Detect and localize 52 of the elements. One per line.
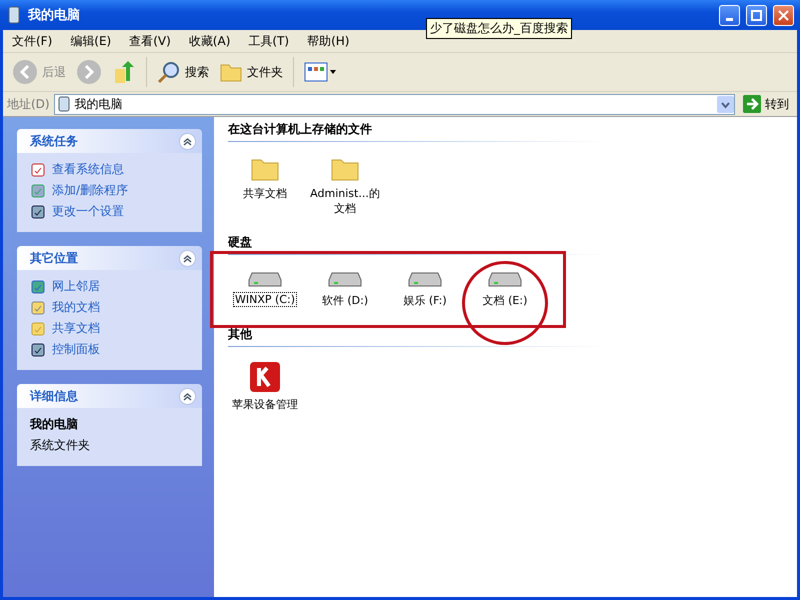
item-label[interactable]: 苹果设备管理 <box>231 397 299 412</box>
item-label[interactable]: 娱乐 (F:) <box>402 293 448 308</box>
window-title: 我的电脑 <box>28 6 81 24</box>
details-description: 系统文件夹 <box>30 437 91 454</box>
maximize-icon <box>751 10 762 20</box>
go-button[interactable]: 转到 <box>739 95 793 113</box>
minimize-button[interactable] <box>719 4 740 26</box>
item-label[interactable]: 文档 (E:) <box>482 293 528 308</box>
search-icon <box>157 60 181 84</box>
app-icon <box>249 361 281 393</box>
menu-item[interactable]: 查看(V) <box>120 32 180 50</box>
collapse-button[interactable] <box>179 388 196 404</box>
task-link[interactable]: 查看系统信息 <box>30 161 190 178</box>
menu-item[interactable]: 编辑(E) <box>61 32 120 50</box>
task-link[interactable]: 添加/删除程序 <box>30 182 190 199</box>
menu-item[interactable]: 帮助(H) <box>298 32 358 50</box>
close-icon <box>778 10 789 20</box>
collapse-button[interactable] <box>179 132 196 150</box>
tooltip: 少了磁盘怎么办_百度搜索 <box>426 18 572 39</box>
maximize-button[interactable] <box>746 4 767 26</box>
collapse-button[interactable] <box>179 250 196 266</box>
panel-title: 详细信息 <box>30 388 78 404</box>
address-field[interactable]: 我的电脑 <box>54 94 735 114</box>
computer-icon <box>6 6 22 24</box>
task-link[interactable]: 网上邻居 <box>30 278 190 295</box>
details-name: 我的电脑 <box>30 416 79 433</box>
item-label[interactable]: 共享文档 <box>242 186 288 201</box>
menu-item[interactable]: 收藏(A) <box>180 32 240 50</box>
panel-title: 系统任务 <box>30 132 78 150</box>
item-label[interactable]: WINXP (C:) <box>234 293 296 306</box>
group-heading: 在这台计算机上存储的文件 <box>228 119 608 142</box>
task-link[interactable]: 更改一个设置 <box>30 203 190 220</box>
chevron-icon <box>183 254 192 262</box>
panel-title: 其它位置 <box>30 250 78 266</box>
go-arrow-icon <box>743 95 761 113</box>
menu-item[interactable]: 文件(F) <box>3 32 62 50</box>
group-heading: 硬盘 <box>228 232 608 255</box>
folders-button[interactable]: 文件夹 <box>216 59 286 85</box>
minimize-icon <box>726 18 733 20</box>
chevron-icon <box>183 136 192 146</box>
close-button[interactable] <box>773 4 794 26</box>
address-label: 地址(D) <box>7 96 50 112</box>
chevron-icon <box>183 392 192 400</box>
search-button[interactable]: 搜索 <box>154 58 212 86</box>
item-label[interactable]: Administ...的文档 <box>308 186 382 216</box>
task-link[interactable]: 控制面板 <box>30 341 190 358</box>
computer-icon <box>56 96 71 112</box>
menu-item[interactable]: 工具(T) <box>239 32 298 50</box>
group-heading: 其他 <box>228 324 608 347</box>
item-label[interactable]: 软件 (D:) <box>320 293 370 308</box>
task-link[interactable]: 共享文档 <box>30 320 190 337</box>
task-link[interactable]: 我的文档 <box>30 299 190 316</box>
